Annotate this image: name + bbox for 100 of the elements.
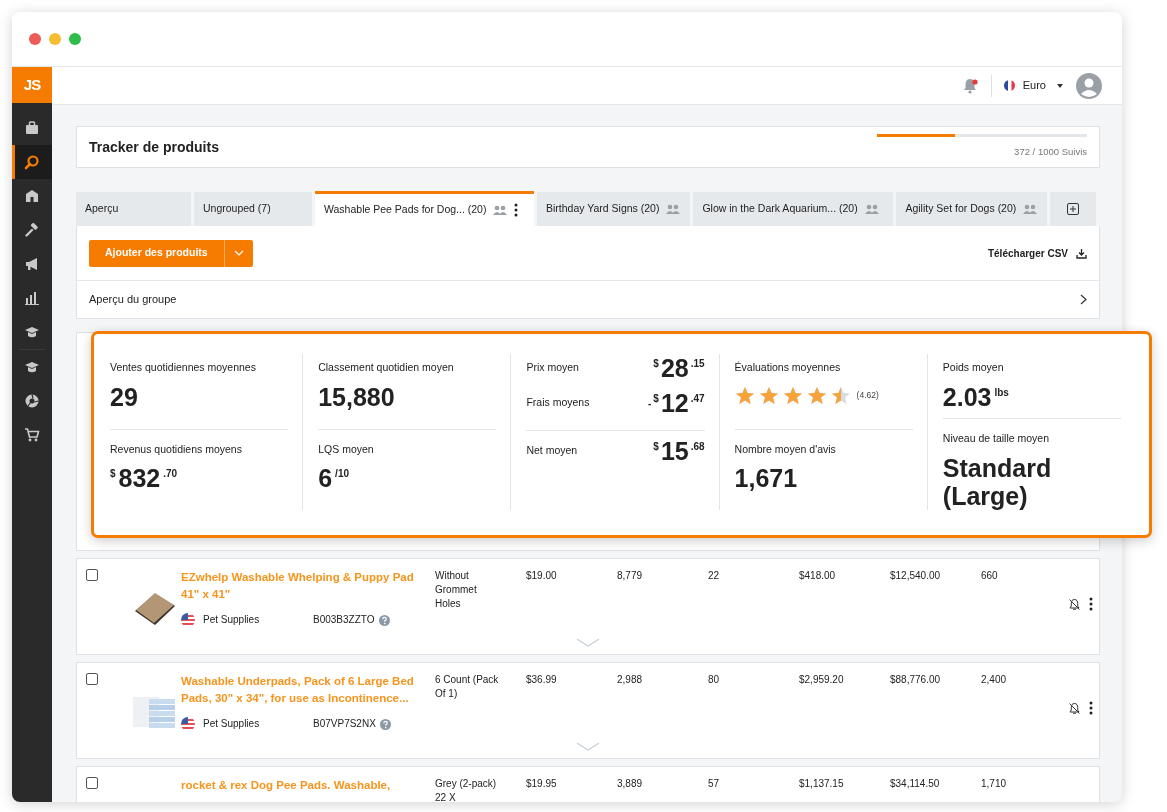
stat-label: Classement quotidien moyen [318,360,455,375]
stat-value: 1,671 [734,465,798,493]
stat-label: Niveau de taille moyen [942,431,1051,447]
stat-label: Poids moyen [942,360,1005,375]
tab[interactable]: Agility Set for Dogs (20) [896,192,1048,226]
stat-value: 15,880 [318,383,395,412]
currency-symbol: $ [653,442,659,452]
progress-reading: 372 / 1000 Suivis [1014,145,1087,160]
variant-cell-text: Grey (2-pack) 22 X [435,777,498,802]
dropdown-button[interactable] [223,239,253,267]
table-cell-text: $2,959.20 [799,673,845,687]
table-cell-text: $418.00 [799,569,837,583]
variant-cell: 6 Count (Pack Of 1) [435,673,499,701]
building-icon [24,188,40,204]
bell-off-icon[interactable] [1068,597,1081,611]
stat-value: 28 [660,356,689,381]
table-cell-text: 3,889 [617,777,644,791]
table-cell-text: $34,114.50 [890,777,941,791]
kebab-icon[interactable] [514,203,519,217]
half-star-icon [830,385,851,405]
row-checkbox[interactable] [86,777,98,789]
table-cell-text: 8,779 [617,569,644,583]
search-icon [24,154,40,170]
category-label: Pet Supplies [203,613,261,627]
avatar-icon[interactable] [1076,72,1102,99]
megaphone-icon [24,256,40,272]
mortarboard-icon [24,359,40,375]
stat-value: 2.03 [942,383,992,412]
currency-selector[interactable]: Euro [1022,77,1046,94]
star-icon [758,385,779,405]
plus-icon [1067,203,1080,215]
stat-label: Évaluations moyennes [734,360,842,375]
tab[interactable]: Washable Pee Pads for Dog... (20) [315,191,534,226]
value-suffix: .15 [690,359,705,369]
currency-symbol: $ [110,468,116,480]
kebab-icon[interactable] [1089,597,1093,611]
table-cell-text: $12,540.00 [890,569,942,583]
table-cell-text: $88,776.00 [890,673,942,687]
tab[interactable]: Birthday Yard Signs (20) [537,192,691,226]
bell-off-icon[interactable] [1068,701,1081,715]
stat-value: Standard (Large) [942,455,1053,510]
row-checkbox[interactable] [86,569,98,581]
group-overview-row[interactable]: Aperçu du groupe [77,281,1099,318]
table-cell-text: 57 [708,777,721,791]
flag-icon [1003,80,1015,91]
hammer-icon [24,222,40,238]
help-icon[interactable] [378,614,390,626]
tab[interactable]: Ungrouped (7) [194,192,312,226]
download-icon [1076,247,1087,259]
table-cell-text: 22 [708,569,721,583]
table-cell-text: $19.00 [526,569,558,583]
briefcase-icon [24,120,40,136]
row-checkbox[interactable] [86,673,98,685]
stat-label: Revenus quotidiens moyens [110,441,243,457]
kebab-icon[interactable] [1089,701,1093,715]
chevron-right-icon [1080,294,1087,305]
value-suffix: .70 [163,468,178,480]
minus-sign: - [648,399,652,409]
table-cell-text: 2,400 [981,673,1008,687]
currency-symbol: $ [653,359,659,369]
tab[interactable]: Aperçu [76,192,191,226]
variant-cell-text: Without Grommet Holes [435,569,478,611]
stat-value: 6 [318,465,333,493]
table-cell-text: 1,710 [981,777,1008,791]
stat-value: 832 [118,465,161,493]
value-suffix: /10 [335,468,349,480]
value-suffix: .47 [690,394,705,404]
add-tab-button[interactable] [1050,192,1097,226]
mortarboard-icon [24,324,40,340]
stat-label: Net moyen [526,443,578,458]
value-suffix: .68 [690,442,705,452]
cart-icon [24,427,40,443]
stat-value: 15 [660,439,689,464]
us-flag-icon [181,613,195,627]
table-cell-text: $36.99 [526,673,558,687]
star-icon [806,385,827,405]
bar-chart-icon [24,290,40,306]
table-cell-text: 80 [708,673,721,687]
asin-label: B003B3ZZTO [313,613,375,627]
sidebar-item[interactable] [12,145,52,179]
help-icon[interactable] [379,718,391,730]
aperture-icon [24,393,40,409]
table-cell-text: $19.95 [526,777,558,791]
table-cell-text: $1,137.15 [799,777,845,791]
asin-label: B07VP7S2NX [313,717,376,731]
star-icon [782,385,803,405]
stat-label: Nombre moyen d'avis [734,441,837,457]
download-csv-link[interactable]: Télécharger CSV [987,245,1087,261]
stat-label: Ventes quotidiennes moyennes [110,360,257,375]
tab[interactable]: Glow in the Dark Aquarium... (20) [693,192,894,226]
stat-label: Frais moyens [526,395,590,410]
us-flag-icon [181,717,195,731]
table-cell-text: 660 [981,569,999,583]
stat-label: LQS moyen [318,441,375,457]
stat-value: 12 [660,391,689,416]
chevron-down-icon [233,250,244,256]
table-cell-text: 2,988 [617,673,644,687]
rating-reading: (4.62) [856,388,879,402]
star-icon [734,385,755,405]
close-window-button[interactable] [29,33,41,45]
